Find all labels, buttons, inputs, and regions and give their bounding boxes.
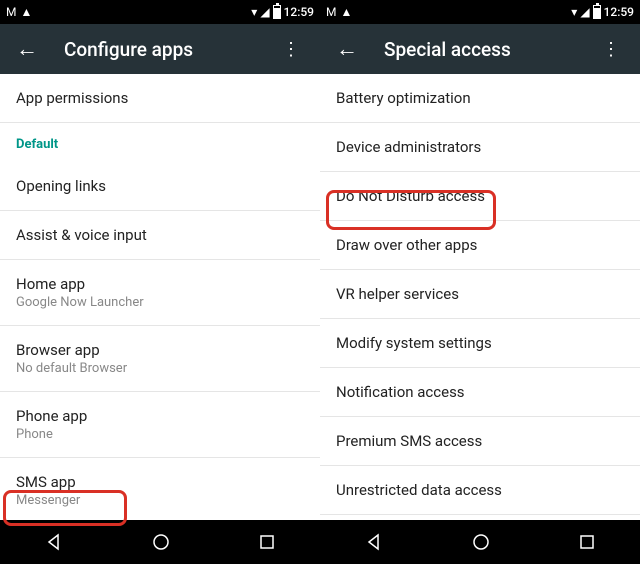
image-icon: ▲	[20, 6, 32, 18]
nav-recent-icon[interactable]	[578, 533, 596, 551]
list-item-draw-over-other-apps[interactable]: Draw over other apps	[320, 221, 640, 270]
list-item-title: Draw over other apps	[336, 236, 624, 254]
signal-icon: ◢	[260, 6, 269, 18]
section-header-default: Default	[0, 123, 320, 162]
list-item-home-app[interactable]: Home app Google Now Launcher	[0, 260, 320, 326]
list-item-subtitle: Google Now Launcher	[16, 295, 304, 310]
wifi-icon: ▾	[571, 6, 577, 18]
signal-icon: ◢	[580, 6, 589, 18]
list-item-title: Do Not Disturb access	[336, 187, 624, 205]
phone-left: M ▲ ▾ ◢ 12:59 ← Configure apps ⋮ App per…	[0, 0, 320, 564]
list-item-title: VR helper services	[336, 285, 624, 303]
wifi-icon: ▾	[251, 6, 257, 18]
list-item-assist-voice-input[interactable]: Assist & voice input	[0, 211, 320, 260]
list-item-battery-optimization[interactable]: Battery optimization	[320, 74, 640, 123]
clock-time: 12:59	[284, 5, 314, 19]
list-item-title: SMS app	[16, 473, 304, 491]
nav-home-icon[interactable]	[151, 532, 171, 552]
settings-list[interactable]: Battery optimization Device administrator…	[320, 74, 640, 520]
list-item-notification-access[interactable]: Notification access	[320, 368, 640, 417]
list-item-title: Phone app	[16, 407, 304, 425]
nav-recent-icon[interactable]	[258, 533, 276, 551]
list-item-phone-app[interactable]: Phone app Phone	[0, 392, 320, 458]
list-item-unrestricted-data-access[interactable]: Unrestricted data access	[320, 466, 640, 515]
list-item-subtitle: No default Browser	[16, 361, 304, 376]
list-item-subtitle: Messenger	[16, 493, 304, 508]
list-item-device-administrators[interactable]: Device administrators	[320, 123, 640, 172]
back-arrow-icon[interactable]: ←	[336, 36, 358, 62]
list-item-modify-system-settings[interactable]: Modify system settings	[320, 319, 640, 368]
list-item-app-permissions[interactable]: App permissions	[0, 74, 320, 123]
list-item-title: Battery optimization	[336, 89, 624, 107]
settings-list[interactable]: App permissions Default Opening links Assis…	[0, 74, 320, 520]
list-item-title: Notification access	[336, 383, 624, 401]
overflow-menu-icon[interactable]: ⋮	[598, 39, 624, 60]
back-arrow-icon[interactable]: ←	[16, 36, 38, 62]
action-bar: ← Configure apps ⋮	[0, 24, 320, 74]
list-item-premium-sms-access[interactable]: Premium SMS access	[320, 417, 640, 466]
action-bar: ← Special access ⋮	[320, 24, 640, 74]
clock-time: 12:59	[604, 5, 634, 19]
nav-home-icon[interactable]	[471, 532, 491, 552]
nav-back-icon[interactable]	[44, 532, 64, 552]
list-item-title: Unrestricted data access	[336, 481, 624, 499]
nav-back-icon[interactable]	[364, 532, 384, 552]
gmail-icon: M	[326, 6, 336, 18]
list-item-opening-links[interactable]: Opening links	[0, 162, 320, 211]
list-item-title: Device administrators	[336, 138, 624, 156]
list-item-title: Browser app	[16, 341, 304, 359]
battery-icon	[273, 5, 281, 19]
status-bar: M ▲ ▾ ◢ 12:59	[320, 0, 640, 24]
list-item-title: Premium SMS access	[336, 432, 624, 450]
nav-bar	[320, 520, 640, 564]
image-icon: ▲	[340, 6, 352, 18]
page-title: Special access	[384, 38, 598, 61]
battery-icon	[593, 5, 601, 19]
list-item-subtitle: Phone	[16, 427, 304, 442]
list-item-do-not-disturb-access[interactable]: Do Not Disturb access	[320, 172, 640, 221]
phone-right: M ▲ ▾ ◢ 12:59 ← Special access ⋮ Battery…	[320, 0, 640, 564]
list-item-title: Opening links	[16, 177, 304, 195]
list-item-title: App permissions	[16, 89, 304, 107]
gmail-icon: M	[6, 6, 16, 18]
list-item-title: Modify system settings	[336, 334, 624, 352]
page-title: Configure apps	[64, 38, 278, 61]
nav-bar	[0, 520, 320, 564]
list-item-browser-app[interactable]: Browser app No default Browser	[0, 326, 320, 392]
list-item-vr-helper-services[interactable]: VR helper services	[320, 270, 640, 319]
overflow-menu-icon[interactable]: ⋮	[278, 39, 304, 60]
list-item-title: Home app	[16, 275, 304, 293]
list-item-title: Assist & voice input	[16, 226, 304, 244]
status-bar: M ▲ ▾ ◢ 12:59	[0, 0, 320, 24]
list-item-sms-app[interactable]: SMS app Messenger	[0, 458, 320, 520]
